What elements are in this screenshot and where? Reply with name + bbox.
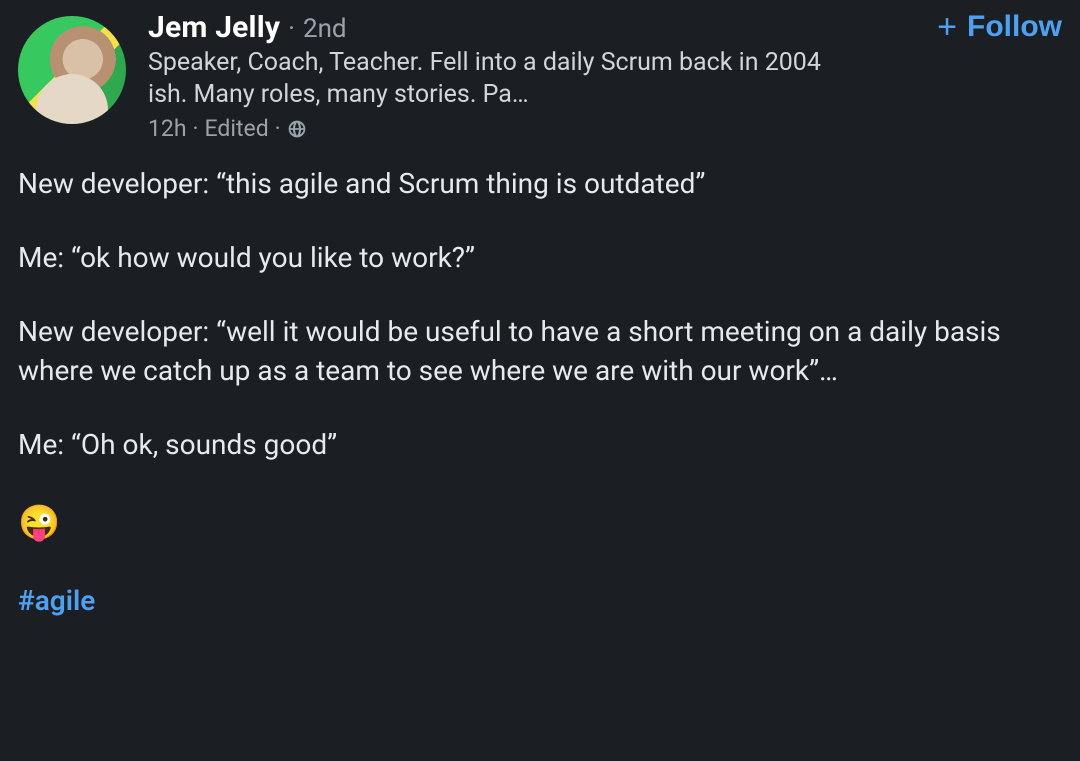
post-time: 12h [148,115,187,142]
hashtag-agile[interactable]: #agile [18,584,95,617]
body-line-3: New developer: “well it would be useful … [18,312,1062,392]
meta-separator-2: · [275,115,281,142]
connection-degree: 2nd [303,14,347,44]
meta-separator-1: · [193,115,199,142]
author-name-line: Jem Jelly · 2nd [148,10,848,45]
body-line-4: Me: “Oh ok, sounds good” [18,425,1062,465]
post-header: Jem Jelly · 2nd Speaker, Coach, Teacher.… [18,8,1062,142]
post-meta: 12h · Edited · [148,115,848,142]
author-headline: Speaker, Coach, Teacher. Fell into a dai… [148,47,848,111]
body-emoji: 😜 [18,499,1062,547]
globe-icon [287,119,307,139]
author-avatar[interactable] [18,16,126,124]
post-card: Jem Jelly · 2nd Speaker, Coach, Teacher.… [18,8,1062,621]
follow-label: Follow [967,10,1062,44]
follow-button[interactable]: + Follow [937,10,1062,44]
author-name[interactable]: Jem Jelly [148,10,280,45]
degree-separator: · [288,14,295,44]
plus-icon: + [937,10,957,44]
body-line-1: New developer: “this agile and Scrum thi… [18,164,1062,204]
author-info: Jem Jelly · 2nd Speaker, Coach, Teacher.… [148,8,848,142]
post-body: New developer: “this agile and Scrum thi… [18,164,1062,621]
edited-label: Edited [205,115,269,142]
body-line-2: Me: “ok how would you like to work?” [18,238,1062,278]
